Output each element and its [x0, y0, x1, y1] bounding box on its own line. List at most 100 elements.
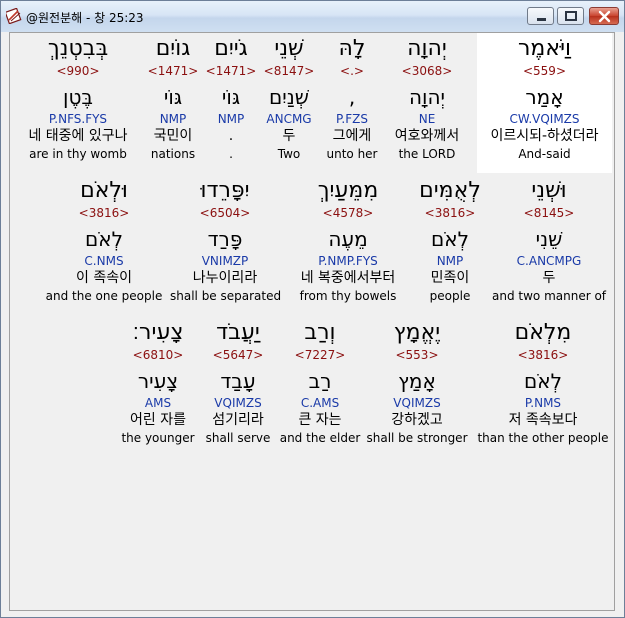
minimize-button[interactable]: [527, 7, 554, 25]
hebrew-word: שְׁנֵי: [274, 36, 304, 61]
strong-number[interactable]: <3068>: [387, 63, 467, 79]
korean-gloss: 민족이: [430, 270, 470, 286]
lemma: שְׁנַיִם: [269, 85, 309, 109]
korean-gloss: 네 태중에 있구나: [28, 128, 128, 144]
lemma: שֵׁנִי: [535, 227, 563, 251]
word-card[interactable]: שְׁנֵי <8147> שְׁנַיִם ANCMG 두 Two: [259, 35, 319, 162]
word-card[interactable]: יֶאֱמָץ <553> אָמַץ VQIMZS 강하겠고 shall be…: [366, 319, 468, 446]
word-card[interactable]: גֹייִם <1471> גּוֹי NMP . .: [203, 35, 259, 162]
english-gloss: and the elder: [279, 431, 361, 445]
english-gloss: .: [229, 147, 233, 161]
morphology-code: AMS: [144, 396, 172, 410]
morphology-code: P.NMP.FYS: [318, 254, 378, 268]
lemma: עָבַד: [220, 369, 256, 393]
hebrew-word: לְאֻמִּים: [419, 178, 481, 203]
korean-gloss: 그에게: [332, 128, 372, 144]
morphology-code: ANCMG: [266, 112, 312, 126]
word-card[interactable]: וּלְאֹם <3816> לְאֹם C.NMS 이 족속이 and the…: [44, 177, 164, 304]
hebrew-word: צָעִיר׃: [132, 320, 184, 345]
close-icon: [598, 10, 611, 23]
hebrew-word: בְּבִטְנֵךְ: [47, 36, 109, 61]
english-gloss: shall serve: [205, 431, 271, 445]
korean-gloss: 섬기리라: [212, 412, 264, 428]
english-gloss: Two: [277, 147, 301, 161]
morphology-code: C.AMS: [300, 396, 340, 410]
english-gloss: unto her: [326, 147, 378, 161]
strong-number[interactable]: <1471>: [203, 63, 259, 79]
maximize-button[interactable]: [557, 7, 584, 25]
word-card[interactable]: לְאֻמִּים <3816> לְאֹם NMP 민족이 people: [410, 177, 490, 304]
word-card[interactable]: יַעֲבֹד <5647> עָבַד VQIMZS 섬기리라 shall s…: [202, 319, 274, 446]
hebrew-word: יַעֲבֹד: [216, 320, 260, 345]
word-card[interactable]: צָעִיר׃ <6810> צָעִיר AMS 어린 자를 the youn…: [118, 319, 198, 446]
morphology-code: VNIMZP: [201, 254, 249, 268]
english-gloss: shall be separated: [170, 289, 282, 303]
word-card[interactable]: בְּבִטְנֵךְ <990> בֶּטֶן P.NFS.FYS 네 태중에…: [18, 35, 138, 162]
strong-number[interactable]: <8147>: [259, 63, 319, 79]
strong-number[interactable]: <.>: [319, 63, 385, 79]
strong-number[interactable]: <559>: [477, 63, 612, 79]
korean-gloss: 이르시되-하셨더라: [490, 128, 599, 144]
hebrew-word: מִלְאֹם: [514, 320, 572, 345]
word-card[interactable]: לָהּ <.> , P.FZS 그에게 unto her: [319, 35, 385, 162]
strong-number[interactable]: <7227>: [278, 347, 362, 363]
maximize-icon: [565, 11, 577, 21]
english-gloss: and the one people: [45, 289, 163, 303]
hebrew-word: מִמֵּעַיִךְ: [317, 178, 379, 203]
lemma: צָעִיר: [137, 369, 179, 393]
word-card[interactable]: וּשְׁנֵי <8145> שֵׁנִי C.ANCMPG 두 and tw…: [492, 177, 606, 304]
strong-number[interactable]: <3816>: [44, 205, 164, 221]
korean-gloss: 큰 자는: [298, 412, 342, 428]
hebrew-word: גֹייִם: [214, 36, 248, 61]
word-card[interactable]: יִפָּרֵדוּ <6504> פָּרַד VNIMZP 나누이리라 sh…: [170, 177, 282, 304]
hebrew-word: לָהּ: [338, 36, 366, 61]
strong-number[interactable]: <6504>: [170, 205, 280, 221]
lemma: לְאֹם: [523, 369, 562, 393]
morphology-code: VQIMZS: [393, 396, 441, 410]
english-gloss: than the other people: [477, 431, 609, 445]
interlinear-panel[interactable]: בְּבִטְנֵךְ <990> בֶּטֶן P.NFS.FYS 네 태중에…: [9, 32, 615, 611]
lemma: בֶּטֶן: [63, 85, 93, 109]
morphology-code: P.NFS.FYS: [48, 112, 108, 126]
korean-gloss: 여호와께서: [394, 128, 460, 144]
korean-gloss: 어린 자를: [130, 412, 186, 428]
english-gloss: and two manner of: [492, 289, 607, 303]
strong-number[interactable]: <553>: [366, 347, 468, 363]
morphology-code: P.NMS: [524, 396, 562, 410]
title-bar[interactable]: @원전분해 - 창 25:23: [1, 1, 624, 32]
strong-number[interactable]: <1471>: [143, 63, 203, 79]
lemma: מֵעֶה: [328, 227, 368, 251]
english-gloss: the LORD: [398, 147, 456, 161]
morphology-code: NE: [418, 112, 436, 126]
strong-number[interactable]: <6810>: [118, 347, 198, 363]
close-button[interactable]: [589, 7, 619, 25]
hebrew-word: גוֹיִם: [155, 36, 191, 61]
word-card[interactable]: גוֹיִם <1471> גּוֹי NMP 국민이 nations: [143, 35, 203, 162]
word-card[interactable]: מִמֵּעַיִךְ <4578> מֵעֶה P.NMP.FYS 네 복중에…: [288, 177, 408, 304]
word-card[interactable]: יְהוָה <3068> יְהוָה NE 여호와께서 the LORD: [387, 35, 467, 162]
morphology-code: C.ANCMPG: [516, 254, 582, 268]
korean-gloss: 두: [282, 128, 296, 144]
korean-gloss: 저 족속보다: [508, 412, 578, 428]
app-window: @원전분해 - 창 25:23 בְּבִטְנֵךְ <990> בֶּטֶן…: [0, 0, 625, 618]
korean-gloss: 이 족속이: [76, 270, 132, 286]
korean-gloss: 국민이: [153, 128, 193, 144]
korean-gloss: 두: [542, 270, 556, 286]
strong-number[interactable]: <5647>: [202, 347, 274, 363]
strong-number[interactable]: <4578>: [288, 205, 408, 221]
word-card[interactable]: מִלְאֹם <3816> לְאֹם P.NMS 저 족속보다 than t…: [476, 319, 610, 446]
strong-number[interactable]: <3816>: [410, 205, 490, 221]
lemma: לְאֹם: [84, 227, 123, 251]
word-card-selected[interactable]: וַיֹּאמֶר <559> אָמַר CW.VQIMZS 이르시되-하셨더…: [477, 35, 612, 162]
english-gloss: shall be stronger: [366, 431, 468, 445]
lemma: יְהוָה: [408, 85, 446, 109]
app-icon: [6, 8, 22, 24]
strong-number[interactable]: <3816>: [476, 347, 610, 363]
lemma: לְאֹם: [430, 227, 469, 251]
strong-number[interactable]: <990>: [18, 63, 138, 79]
strong-number[interactable]: <8145>: [492, 205, 606, 221]
word-card[interactable]: וְרַב <7227> רַב C.AMS 큰 자는 and the elde…: [278, 319, 362, 446]
morphology-code: VQIMZS: [214, 396, 262, 410]
english-gloss: people: [429, 289, 471, 303]
hebrew-word: יִפָּרֵדוּ: [200, 178, 250, 203]
